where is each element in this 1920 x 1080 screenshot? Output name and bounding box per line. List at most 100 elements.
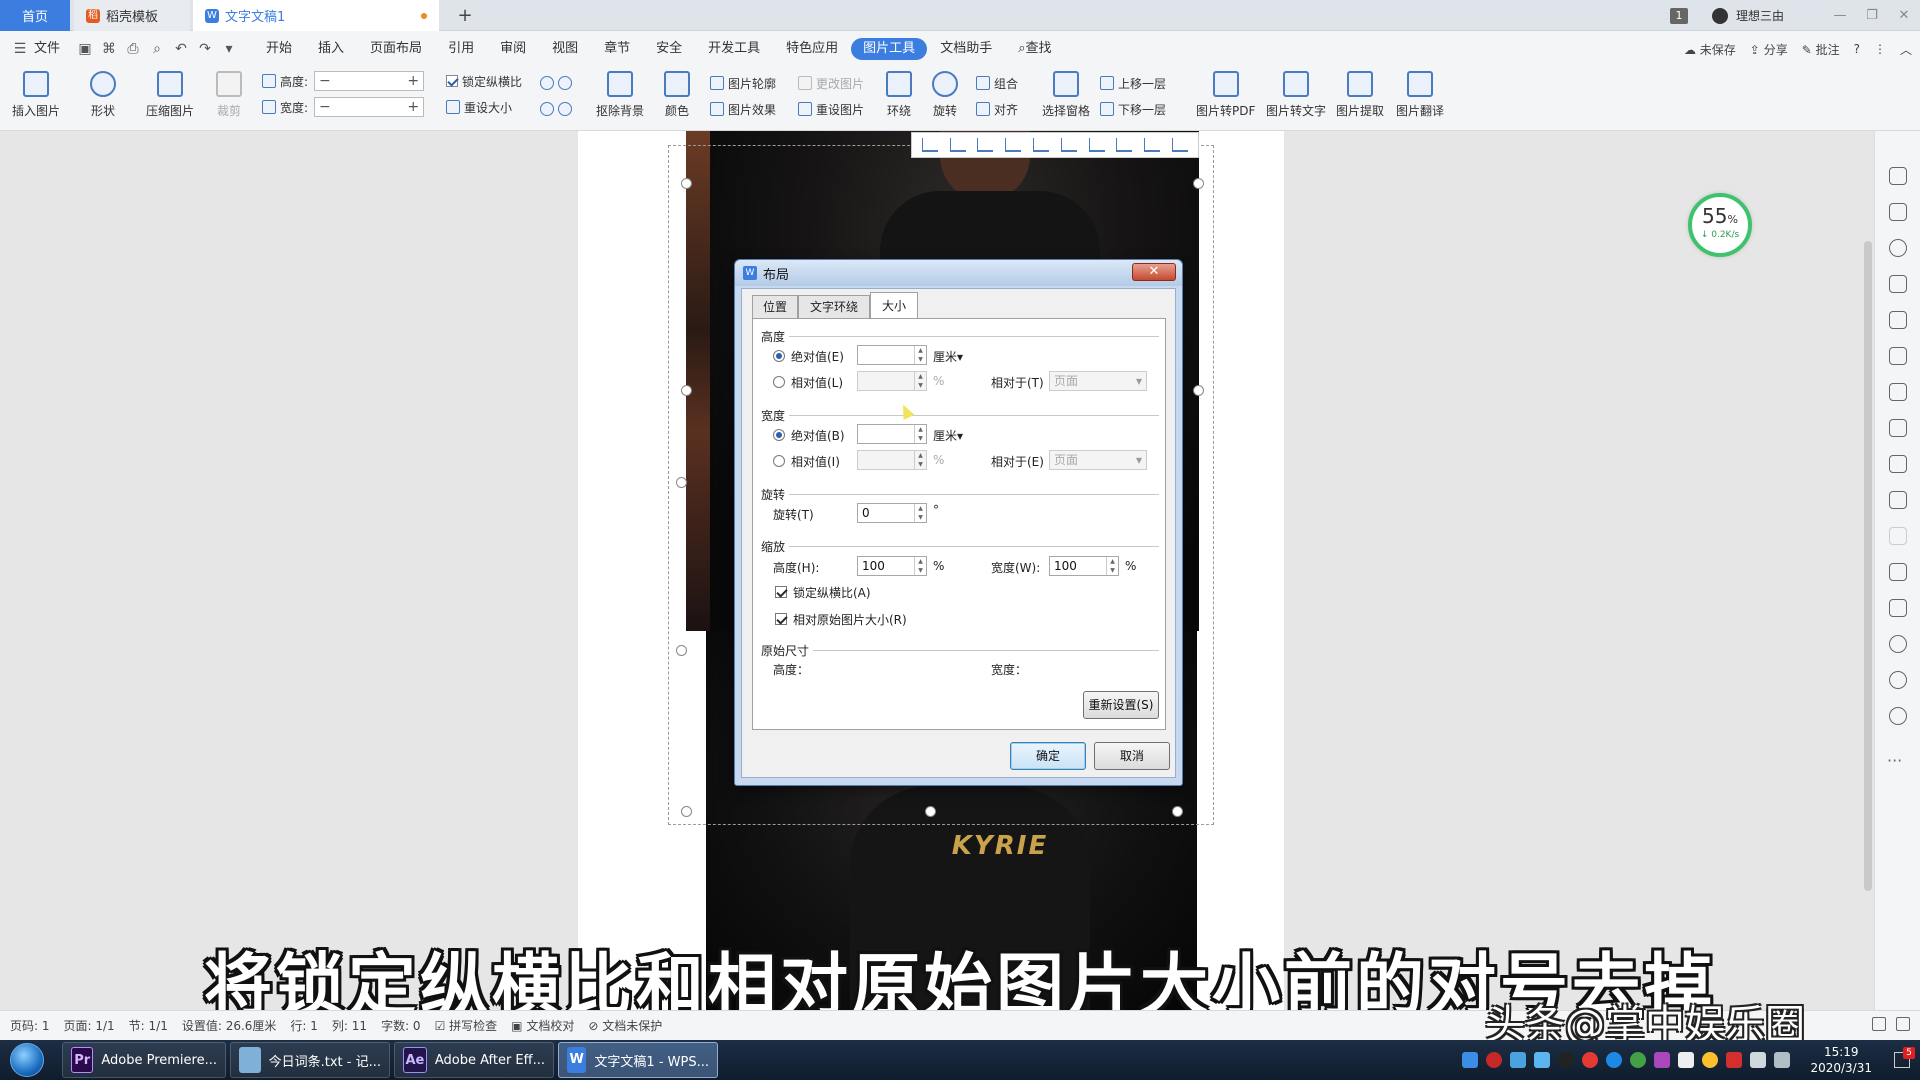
tab-template[interactable]: 稻稻壳模板: [74, 0, 190, 31]
spinner-arrows-icon[interactable]: ▲ ▼: [914, 425, 926, 443]
redo-icon[interactable]: ↷: [193, 41, 217, 57]
tray-browser-icon[interactable]: [1606, 1052, 1623, 1068]
status-section[interactable]: 节: 1/1: [129, 1017, 168, 1034]
fullscreen-icon[interactable]: [1872, 1017, 1886, 1031]
bring-forward-button[interactable]: 上移一层: [1100, 73, 1166, 93]
lock-aspect-ratio-checkbox[interactable]: [775, 586, 787, 598]
insert-picture-button[interactable]: 插入图片: [12, 71, 60, 119]
selection-pane-button[interactable]: 选择窗格: [1042, 71, 1090, 119]
save-icon[interactable]: ▣: [73, 41, 97, 57]
align-middle-icon[interactable]: [1033, 138, 1050, 152]
menu-references[interactable]: 引用: [435, 38, 487, 60]
translate-icon[interactable]: [1889, 527, 1907, 545]
format-painter-icon[interactable]: ⌘: [97, 41, 121, 57]
resize-handle-s[interactable]: [925, 806, 936, 817]
spinner-arrows-icon[interactable]: ▲ ▼: [914, 504, 926, 522]
taskbar-item-premiere[interactable]: Pr Adobe Premiere...: [62, 1042, 226, 1078]
height-relative-to-select[interactable]: 页面: [1049, 371, 1147, 391]
tab-position[interactable]: 位置: [752, 295, 798, 318]
menu-search[interactable]: ⌕查找: [1005, 38, 1064, 60]
menu-developer[interactable]: 开发工具: [695, 38, 773, 60]
location-icon[interactable]: [1889, 239, 1907, 257]
width-relative-to-select[interactable]: 页面: [1049, 450, 1147, 470]
reset-size-button[interactable]: 重设大小: [446, 97, 512, 117]
crop-button[interactable]: 裁剪: [216, 71, 242, 119]
scale-height-input[interactable]: 100 ▲ ▼: [857, 556, 927, 576]
avatar[interactable]: [1711, 7, 1728, 24]
menu-security[interactable]: 安全: [643, 38, 695, 60]
dialog-close-button[interactable]: ✕: [1132, 263, 1176, 281]
height-absolute-unit[interactable]: 厘米▾: [933, 348, 963, 365]
undo-icon[interactable]: ↶: [169, 41, 193, 57]
status-col[interactable]: 列: 11: [332, 1017, 367, 1034]
picture-outline-button[interactable]: 图片轮廓: [710, 73, 776, 93]
height-absolute-radio[interactable]: [773, 350, 785, 362]
distribute-vertical-icon[interactable]: [1116, 138, 1133, 152]
spinner-arrows-icon[interactable]: ▲ ▼: [914, 557, 926, 575]
select-icon[interactable]: [1889, 203, 1907, 221]
picture-effect-button[interactable]: 图片效果: [710, 99, 776, 119]
print-preview-icon[interactable]: ⌕: [145, 41, 169, 57]
help-button[interactable]: ?: [1854, 42, 1860, 56]
spinner-arrows-icon[interactable]: ▲ ▼: [1106, 557, 1118, 575]
scale-width-input[interactable]: 100 ▲ ▼: [1049, 556, 1119, 576]
help-circle-icon[interactable]: [1889, 707, 1907, 725]
taskbar-item-wps[interactable]: W 文字文稿1 - WPS...: [558, 1042, 718, 1078]
settings-sliders-icon[interactable]: [1889, 419, 1907, 437]
tray-antivirus-icon[interactable]: [1582, 1052, 1599, 1068]
collapse-ribbon-icon[interactable]: ︿: [1900, 41, 1912, 58]
status-page-code[interactable]: 页码: 1: [10, 1017, 50, 1034]
align-center-icon[interactable]: [949, 138, 966, 152]
align-right-icon[interactable]: [977, 138, 994, 152]
rotate-left-button[interactable]: [540, 73, 576, 93]
apps-grid-icon[interactable]: [1889, 347, 1907, 365]
rotation-input[interactable]: 0 ▲ ▼: [857, 503, 927, 523]
archive-icon[interactable]: [1889, 563, 1907, 581]
doc-protect-button[interactable]: ⊘ 文档未保护: [588, 1017, 662, 1034]
picture-to-text-button[interactable]: 图片转文字: [1266, 71, 1326, 119]
spell-check-button[interactable]: ☑ 拼写检查: [435, 1017, 498, 1034]
width-relative-radio[interactable]: [773, 455, 785, 467]
menu-start[interactable]: 开始: [253, 38, 305, 60]
rotate-button[interactable]: 旋转: [932, 71, 958, 119]
menu-doc-assistant[interactable]: 文档助手: [927, 38, 1005, 60]
reset-button[interactable]: 重新设置(S): [1083, 691, 1159, 719]
unsaved-status[interactable]: ☁ 未保存: [1684, 41, 1736, 58]
tray-qq-icon[interactable]: [1558, 1052, 1575, 1068]
resize-handle-nw[interactable]: [681, 178, 692, 189]
vertical-scrollbar[interactable]: [1862, 131, 1874, 1010]
group-button[interactable]: 组合: [976, 73, 1018, 93]
more-icon[interactable]: ⋮: [1874, 42, 1886, 56]
reset-picture-button[interactable]: 重设图片: [798, 99, 864, 119]
menu-view[interactable]: 视图: [539, 38, 591, 60]
height-absolute-input[interactable]: ▲ ▼: [857, 345, 927, 365]
tab-size[interactable]: 大小: [870, 292, 918, 319]
color-button[interactable]: 颜色: [664, 71, 690, 119]
history-icon[interactable]: [1889, 671, 1907, 689]
shapes-icon[interactable]: [1889, 275, 1907, 293]
status-row[interactable]: 行: 1: [290, 1017, 318, 1034]
cancel-button[interactable]: 取消: [1094, 742, 1170, 770]
send-backward-button[interactable]: 下移一层: [1100, 99, 1166, 119]
start-button[interactable]: [10, 1043, 44, 1077]
network-speed-widget[interactable]: 55% ↓ 0.2K/s: [1688, 193, 1752, 257]
resize-handle-ne[interactable]: [1193, 178, 1204, 189]
menu-file[interactable]: 文件: [32, 38, 73, 60]
minimize-icon[interactable]: —: [1824, 8, 1856, 23]
reading-mode-icon[interactable]: [1896, 1017, 1910, 1031]
new-tab-button[interactable]: +: [450, 0, 480, 31]
relative-original-size-checkbox[interactable]: [775, 613, 787, 625]
width-absolute-radio[interactable]: [773, 429, 785, 441]
stamp-icon[interactable]: [1889, 311, 1907, 329]
shape-button[interactable]: 形状: [90, 71, 116, 119]
more-horizontal-icon[interactable]: ···: [1887, 751, 1902, 770]
window-count-badge[interactable]: 1: [1669, 7, 1688, 24]
width-absolute-input[interactable]: ▲ ▼: [857, 424, 927, 444]
document-search-icon[interactable]: [1889, 455, 1907, 473]
hamburger-icon[interactable]: ☰: [8, 41, 32, 57]
comment-button[interactable]: ✎ 批注: [1802, 41, 1840, 58]
picture-translate-button[interactable]: 图片翻译: [1396, 71, 1444, 119]
notification-center-icon[interactable]: 5: [1894, 1047, 1915, 1068]
wrap-button[interactable]: 环绕: [886, 71, 912, 119]
user-name[interactable]: 理想三由: [1736, 7, 1784, 24]
